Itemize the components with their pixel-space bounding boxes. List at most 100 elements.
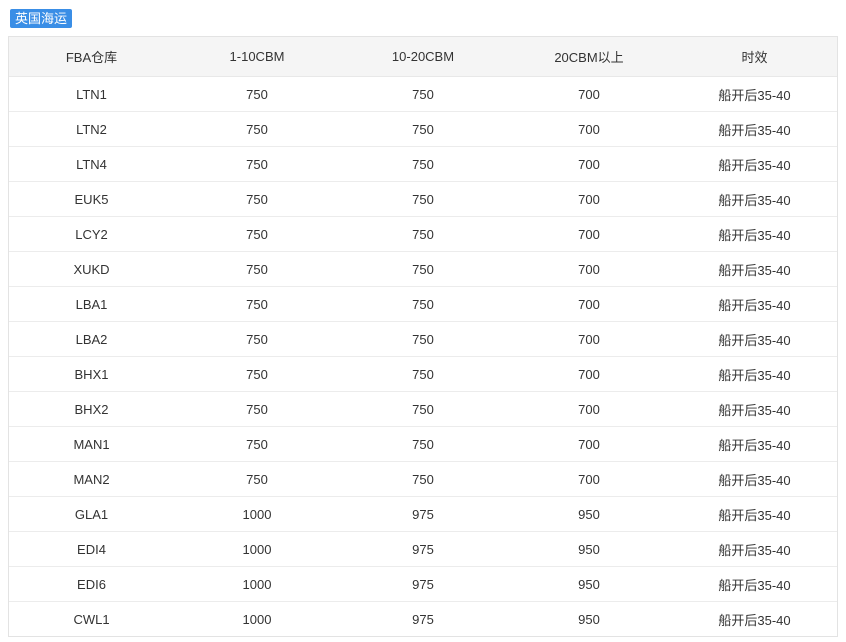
- table-row: EUK5 750 750 700 船开后35-40: [9, 181, 837, 217]
- cell-warehouse: GLA1: [9, 496, 174, 532]
- table-row: LCY2 750 750 700 船开后35-40: [9, 216, 837, 252]
- cell-20cbm-plus: 700: [506, 286, 672, 322]
- cell-10-20cbm: 750: [340, 216, 506, 252]
- cell-warehouse: LTN4: [9, 146, 174, 182]
- cell-transit-time: 船开后35-40: [672, 111, 837, 147]
- table-row: LBA2 750 750 700 船开后35-40: [9, 321, 837, 357]
- table-row: EDI6 1000 975 950 船开后35-40: [9, 566, 837, 602]
- cell-10-20cbm: 975: [340, 566, 506, 602]
- table-row: CWL1 1000 975 950 船开后35-40: [9, 602, 837, 637]
- table-row: GLA1 1000 975 950 船开后35-40: [9, 496, 837, 532]
- cell-transit-time: 船开后35-40: [672, 321, 837, 357]
- cell-10-20cbm: 750: [340, 251, 506, 287]
- table-row: BHX2 750 750 700 船开后35-40: [9, 391, 837, 427]
- table-row: LBA1 750 750 700 船开后35-40: [9, 286, 837, 322]
- cell-10-20cbm: 750: [340, 111, 506, 147]
- cell-transit-time: 船开后35-40: [672, 76, 837, 112]
- cell-1-10cbm: 750: [174, 391, 340, 427]
- cell-20cbm-plus: 700: [506, 146, 672, 182]
- freight-rate-table: FBA仓库 1-10CBM 10-20CBM 20CBM以上 时效 LTN1 75…: [9, 37, 837, 636]
- cell-20cbm-plus: 700: [506, 356, 672, 392]
- cell-transit-time: 船开后35-40: [672, 496, 837, 532]
- table-row: BHX1 750 750 700 船开后35-40: [9, 356, 837, 392]
- cell-20cbm-plus: 950: [506, 531, 672, 567]
- table-row: LTN4 750 750 700 船开后35-40: [9, 146, 837, 182]
- table-body: LTN1 750 750 700 船开后35-40 LTN2 750 750 700 船开后35-…: [9, 76, 837, 637]
- cell-warehouse: EDI6: [9, 566, 174, 602]
- cell-warehouse: EDI4: [9, 531, 174, 567]
- cell-warehouse: MAN2: [9, 461, 174, 497]
- cell-1-10cbm: 1000: [174, 496, 340, 532]
- cell-10-20cbm: 750: [340, 181, 506, 217]
- cell-20cbm-plus: 950: [506, 496, 672, 532]
- table-row: LTN2 750 750 700 船开后35-40: [9, 111, 837, 147]
- cell-10-20cbm: 975: [340, 531, 506, 567]
- cell-1-10cbm: 1000: [174, 531, 340, 567]
- cell-1-10cbm: 750: [174, 321, 340, 357]
- cell-10-20cbm: 750: [340, 356, 506, 392]
- cell-transit-time: 船开后35-40: [672, 356, 837, 392]
- cell-transit-time: 船开后35-40: [672, 531, 837, 567]
- cell-1-10cbm: 750: [174, 461, 340, 497]
- cell-transit-time: 船开后35-40: [672, 146, 837, 182]
- cell-warehouse: MAN1: [9, 426, 174, 462]
- cell-10-20cbm: 750: [340, 391, 506, 427]
- header-transit-time: 时效: [672, 37, 837, 77]
- cell-10-20cbm: 750: [340, 76, 506, 112]
- cell-1-10cbm: 750: [174, 356, 340, 392]
- table-row: XUKD 750 750 700 船开后35-40: [9, 251, 837, 287]
- cell-20cbm-plus: 700: [506, 391, 672, 427]
- cell-10-20cbm: 750: [340, 426, 506, 462]
- table-row: EDI4 1000 975 950 船开后35-40: [9, 531, 837, 567]
- cell-1-10cbm: 750: [174, 181, 340, 217]
- cell-warehouse: LBA1: [9, 286, 174, 322]
- table-header: FBA仓库 1-10CBM 10-20CBM 20CBM以上 时效: [9, 37, 837, 77]
- cell-transit-time: 船开后35-40: [672, 391, 837, 427]
- cell-20cbm-plus: 700: [506, 321, 672, 357]
- cell-1-10cbm: 750: [174, 286, 340, 322]
- cell-1-10cbm: 750: [174, 216, 340, 252]
- freight-rate-table-container: FBA仓库 1-10CBM 10-20CBM 20CBM以上 时效 LTN1 75…: [8, 36, 838, 637]
- table-row: LTN1 750 750 700 船开后35-40: [9, 76, 837, 112]
- cell-10-20cbm: 750: [340, 461, 506, 497]
- cell-10-20cbm: 975: [412, 611, 434, 627]
- cell-20cbm-plus: 700: [506, 76, 672, 112]
- cell-10-20cbm: 750: [340, 146, 506, 182]
- cell-transit-time: 船开后35-40: [672, 461, 837, 497]
- cell-20cbm-plus: 700: [506, 251, 672, 287]
- cell-1-10cbm: 750: [174, 426, 340, 462]
- cell-20cbm-plus: 700: [506, 111, 672, 147]
- cell-warehouse: LCY2: [9, 216, 174, 252]
- cell-warehouse: BHX1: [9, 356, 174, 392]
- cell-transit-time: 船开后35-40: [672, 566, 837, 602]
- header-1-10cbm: 1-10CBM: [174, 37, 340, 77]
- cell-1-10cbm: 1000: [242, 611, 272, 627]
- cell-warehouse: LTN1: [9, 76, 174, 112]
- cell-transit-time: 船开后35-40: [672, 286, 837, 322]
- cell-transit-time: 船开后35-40: [718, 612, 791, 628]
- cell-20cbm-plus: 950: [578, 611, 600, 627]
- cell-transit-time: 船开后35-40: [672, 181, 837, 217]
- header-10-20cbm: 10-20CBM: [340, 37, 506, 77]
- table-row: MAN1 750 750 700 船开后35-40: [9, 426, 837, 462]
- cell-1-10cbm: 1000: [174, 566, 340, 602]
- cell-warehouse: XUKD: [9, 251, 174, 287]
- cell-10-20cbm: 975: [340, 496, 506, 532]
- cell-20cbm-plus: 950: [506, 566, 672, 602]
- cell-warehouse: BHX2: [9, 391, 174, 427]
- cell-10-20cbm: 750: [340, 286, 506, 322]
- cell-1-10cbm: 750: [174, 146, 340, 182]
- cell-1-10cbm: 750: [174, 251, 340, 287]
- cell-1-10cbm: 750: [174, 76, 340, 112]
- cell-transit-time: 船开后35-40: [672, 216, 837, 252]
- uk-sea-freight-badge: 英国海运: [10, 9, 73, 28]
- cell-10-20cbm: 750: [340, 321, 506, 357]
- header-row: FBA仓库 1-10CBM 10-20CBM 20CBM以上 时效: [9, 37, 837, 77]
- cell-warehouse: LBA2: [9, 321, 174, 357]
- cell-20cbm-plus: 700: [506, 181, 672, 217]
- header-20cbm-plus: 20CBM以上: [506, 37, 672, 77]
- cell-warehouse: CWL1: [73, 611, 110, 627]
- cell-warehouse: EUK5: [9, 181, 174, 217]
- header-warehouse: FBA仓库: [9, 37, 174, 77]
- cell-transit-time: 船开后35-40: [672, 426, 837, 462]
